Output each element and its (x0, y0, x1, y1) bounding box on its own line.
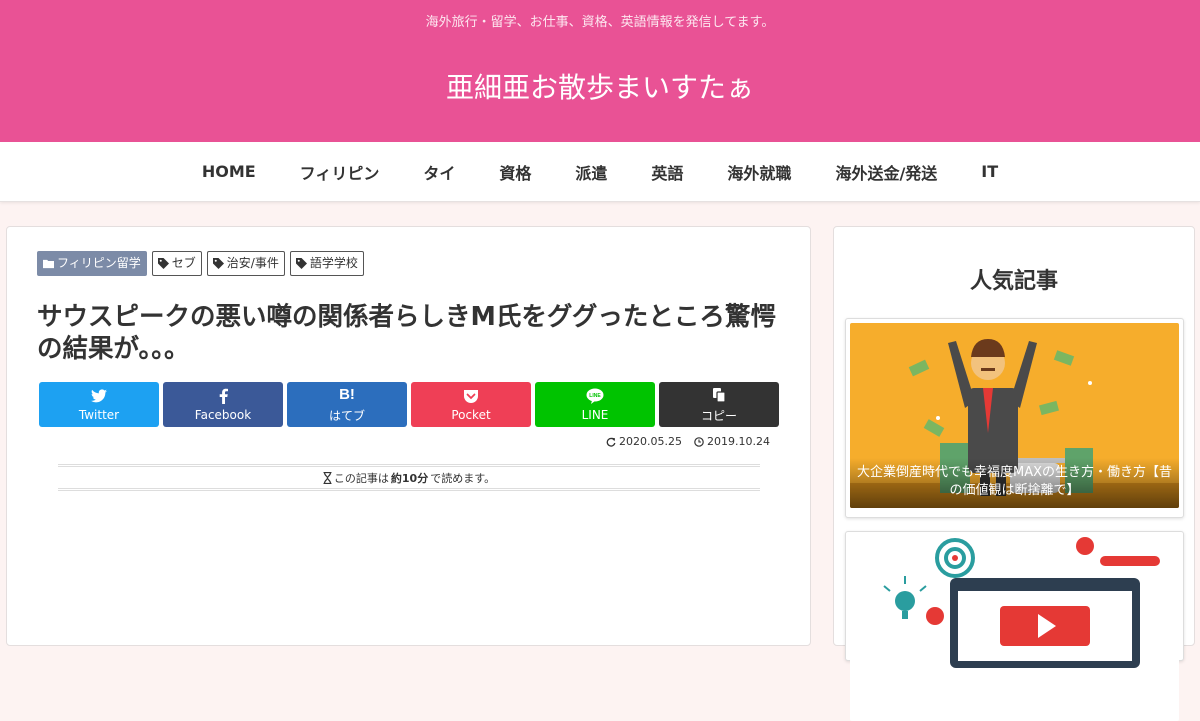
share-label: はてブ (328, 408, 365, 423)
popular-article-title: 大企業倒産時代でも幸福度MAXの生き方・働き方【昔の価値観は断捨離で】 (850, 458, 1179, 508)
hatena-bookmark-share-button[interactable]: B! はてブ (287, 382, 407, 427)
site-logo-link[interactable]: 亜細亜お散歩まいすたぁ (0, 66, 1200, 106)
published-date: 2019.10.24 (694, 435, 770, 448)
article-thumbnail: 大企業倒産時代でも幸福度MAXの生き方・働き方【昔の価値観は断捨離で】 (850, 323, 1179, 508)
facebook-icon (219, 387, 228, 405)
nav-item-home[interactable]: HOME (180, 162, 278, 181)
twitter-share-button[interactable]: Twitter (39, 382, 159, 427)
article-thumbnail (850, 536, 1179, 721)
read-time-suffix: で読めます。 (430, 471, 496, 485)
share-label: LINE (581, 408, 609, 422)
share-label: Facebook (194, 408, 252, 422)
category-list: フィリピン留学 セブ 治安/事件 語学学校 (37, 251, 364, 276)
category-label: フィリピン留学 (57, 256, 141, 270)
nav-item-dispatch[interactable]: 派遣 (553, 160, 629, 184)
nav-item-overseas-jobs[interactable]: 海外就職 (705, 160, 813, 184)
twitter-icon (91, 387, 107, 405)
sidebar-popular-widget: 人気記事 大企業倒産時代でも幸福度MAXの生き方・働き方【昔の価値観は断捨離で】 (833, 226, 1195, 721)
nav-item-english[interactable]: 英語 (629, 160, 705, 184)
article-card: フィリピン留学 セブ 治安/事件 語学学校 サウスピークの悪い噂の関係者らしきM… (6, 226, 811, 646)
nav-item-thailand[interactable]: タイ (401, 160, 477, 184)
published-date-text: 2019.10.24 (707, 435, 770, 448)
tag-cebu[interactable]: セブ (151, 251, 202, 276)
tag-language-school[interactable]: 語学学校 (289, 251, 364, 276)
svg-text:LINE: LINE (589, 393, 601, 399)
read-time-value: 約10分 (390, 471, 429, 485)
article-dates: 2020.05.25 2019.10.24 (606, 435, 770, 448)
site-header: 海外旅行・留学、お仕事、資格、英語情報を発信してます。 亜細亜お散歩まいすたぁ (0, 0, 1200, 142)
copy-icon (712, 386, 726, 404)
tag-label: 語学学校 (309, 256, 358, 270)
pocket-share-button[interactable]: Pocket (411, 382, 531, 427)
global-nav: HOME フィリピン タイ 資格 派遣 英語 海外就職 海外送金/発送 IT (0, 142, 1200, 202)
article-title: サウスピークの悪い噂の関係者らしきM氏をググったところ驚愕の結果が。。。 (37, 302, 776, 364)
tag-label: セブ (171, 256, 196, 270)
site-tagline: 海外旅行・留学、お仕事、資格、英語情報を発信してます。 (425, 15, 775, 30)
tag-icon (212, 258, 224, 269)
video-marketing-illustration (850, 536, 1179, 721)
popular-article-card[interactable]: 大企業倒産時代でも幸福度MAXの生き方・働き方【昔の価値観は断捨離で】 (845, 318, 1184, 518)
facebook-share-button[interactable]: Facebook (163, 382, 283, 427)
nav-item-qualifications[interactable]: 資格 (477, 160, 553, 184)
tag-icon (157, 258, 169, 269)
nav-item-remittance[interactable]: 海外送金/発送 (813, 160, 959, 184)
updated-date-text: 2020.05.25 (619, 435, 683, 448)
hatena-bookmark-icon: B! (339, 386, 355, 403)
share-buttons: Twitter Facebook B! はてブ Pocket LINE LINE (39, 382, 779, 427)
nav-item-philippines[interactable]: フィリピン (278, 160, 402, 184)
line-share-button[interactable]: LINE LINE (535, 382, 655, 427)
folder-icon (43, 259, 54, 269)
tag-icon (295, 258, 307, 269)
pocket-icon (463, 387, 479, 405)
share-label: コピー (700, 408, 737, 423)
updated-date: 2020.05.25 (606, 435, 682, 448)
tag-security[interactable]: 治安/事件 (206, 251, 285, 276)
refresh-icon (606, 437, 616, 447)
copy-share-button[interactable]: コピー (659, 382, 779, 427)
clock-icon (694, 436, 704, 447)
nav-item-it[interactable]: IT (959, 162, 1020, 181)
share-label: Twitter (78, 408, 120, 422)
share-label: Pocket (451, 408, 491, 422)
category-philippines-study[interactable]: フィリピン留学 (37, 251, 147, 276)
hourglass-icon (323, 471, 332, 484)
popular-article-card[interactable] (845, 531, 1184, 721)
widget-title: 人気記事 (969, 269, 1058, 294)
read-time-prefix: この記事は (333, 471, 389, 485)
line-icon: LINE (586, 387, 604, 405)
read-time-box: この記事は 約10分 で読めます。 (58, 464, 760, 491)
tag-label: 治安/事件 (226, 256, 279, 270)
